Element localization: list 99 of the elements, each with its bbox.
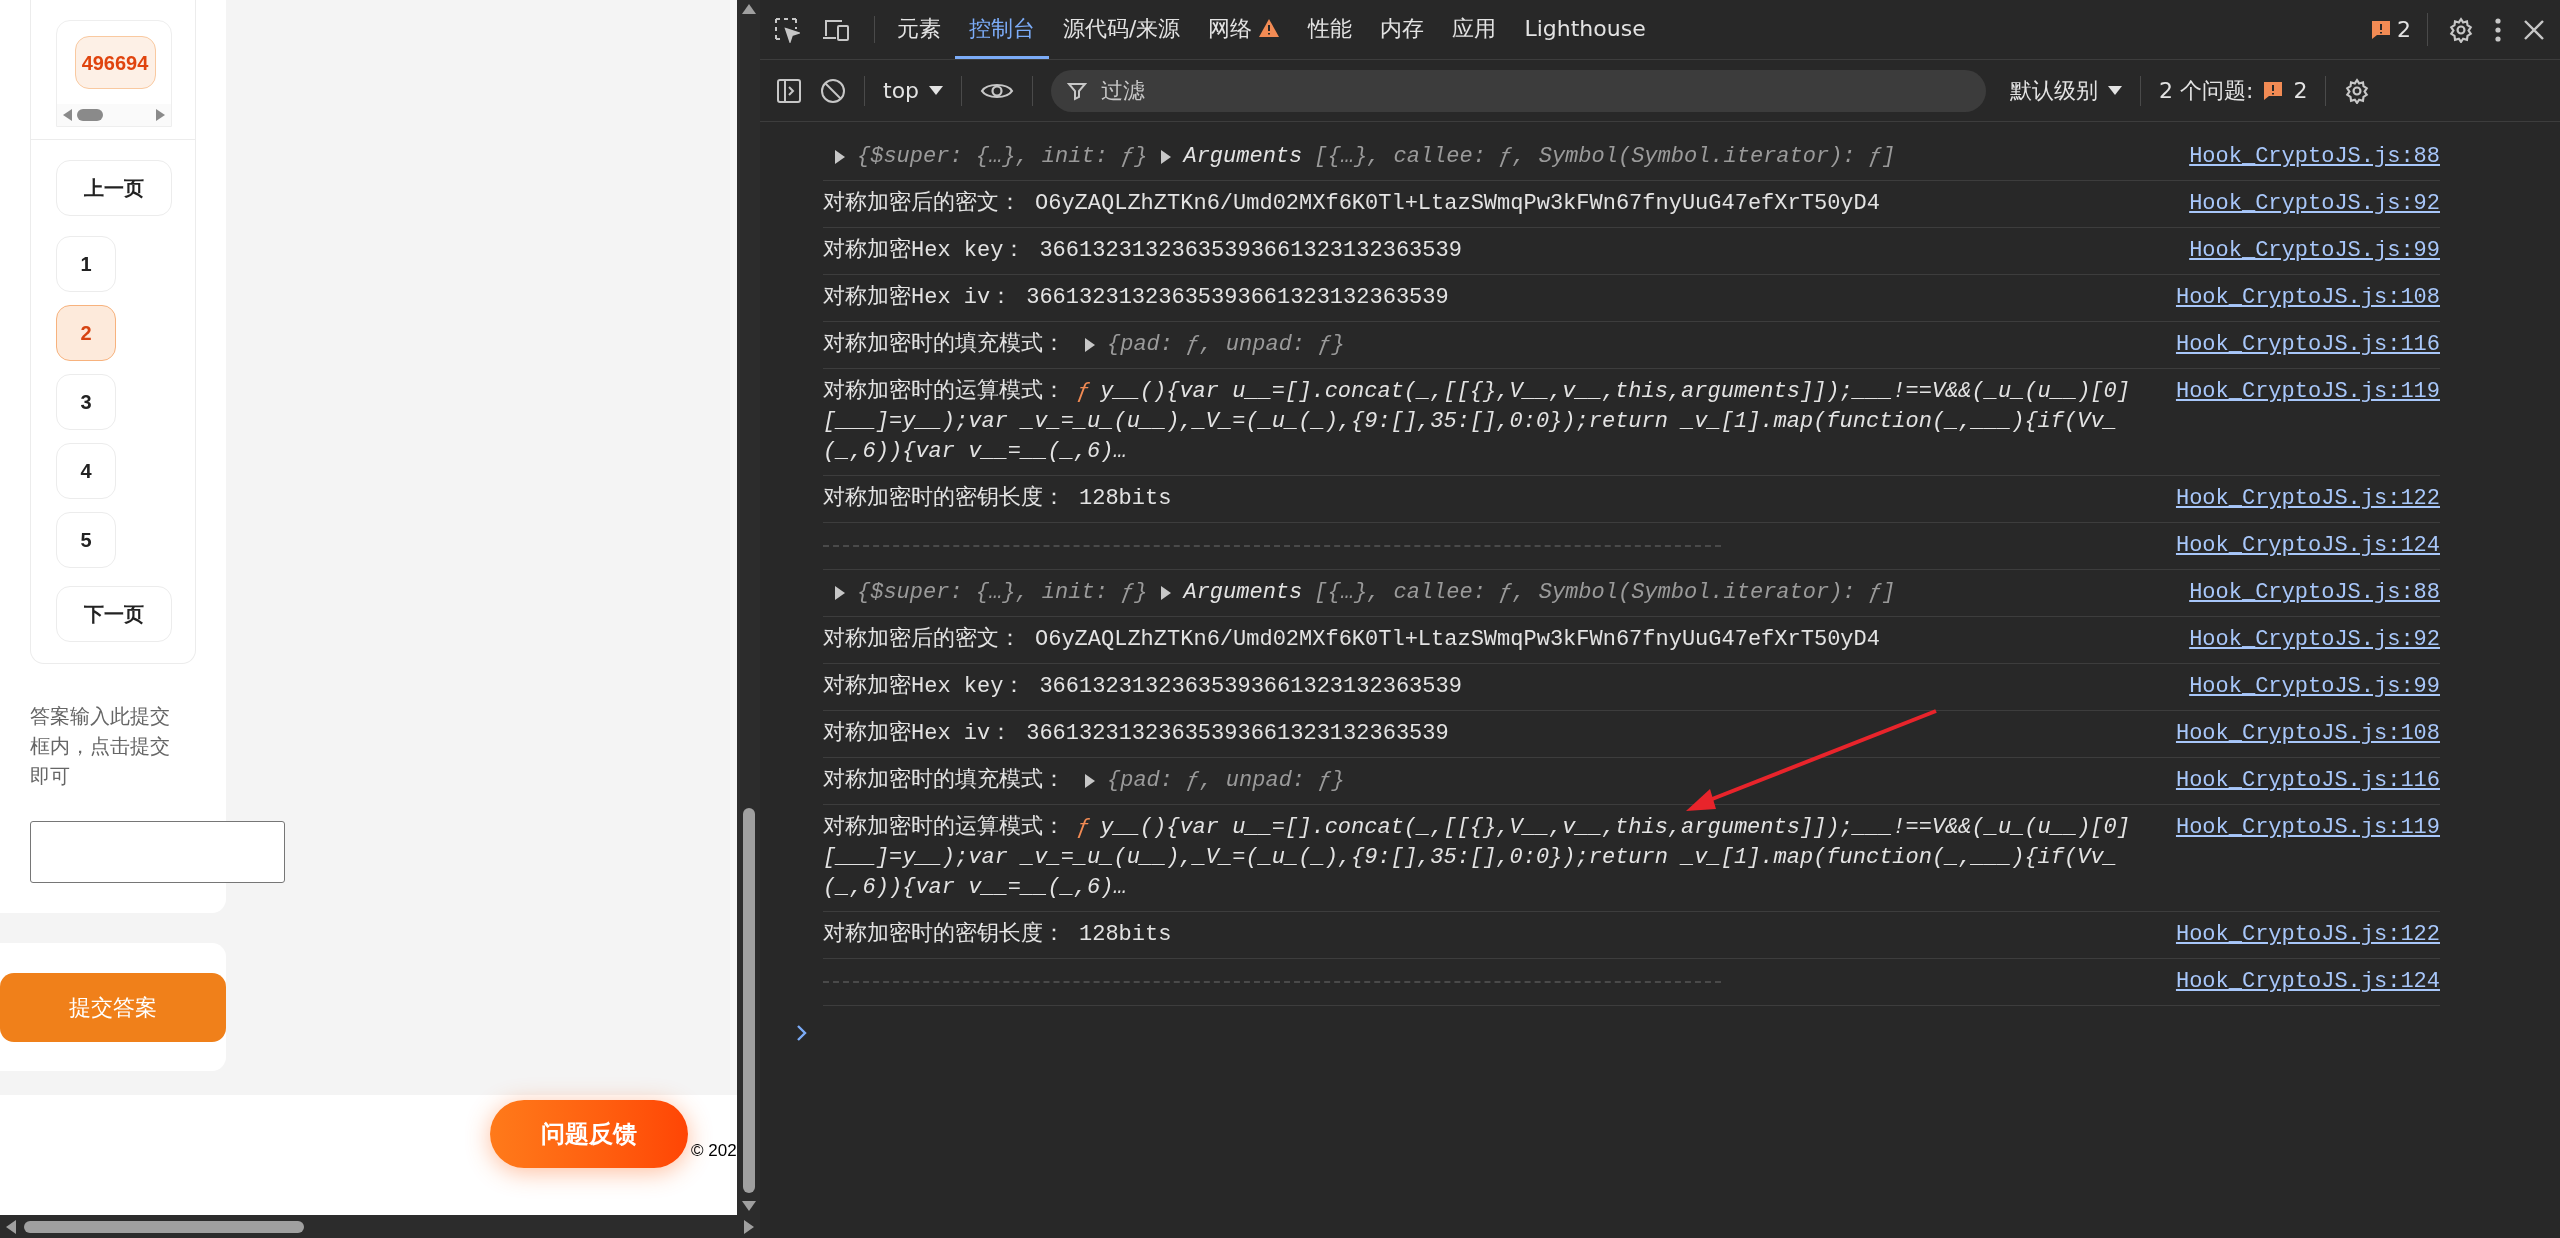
object-preview[interactable]: {$super: {…}, init: ƒ} — [835, 142, 1148, 172]
horizontal-scrollbar[interactable] — [57, 104, 171, 126]
up-arrow-icon[interactable] — [741, 4, 756, 14]
expand-triangle-icon[interactable] — [1085, 774, 1095, 788]
log-label: 对称加密Hex key： — [823, 236, 1026, 265]
source-link[interactable]: Hook_CryptoJS.js:108 — [2175, 719, 2440, 749]
log-message: 对称加密时的运算模式： ƒ y__(){var u__=[].concat(_,[[{},V__,v__,this,arguments]]);___!==V&&(_u_(u__)[0][___]=y__);var _v_=_u_(u__),_V_=(_u_(_),{9:[],35:[],0:0});return _v_[1].map(function(_,___){if(Vv_(_,6)){var v__=__(_,6)… — [823, 377, 2131, 466]
copyright-text: © 202 — [691, 1140, 737, 1162]
issues-badge[interactable]: 2 — [2371, 13, 2428, 46]
log-label: 对称加密Hex key： — [823, 672, 1026, 701]
source-link[interactable]: Hook_CryptoJS.js:122 — [2175, 484, 2440, 514]
answer-hint: 答案输入此提交框内，点击提交即可 — [30, 704, 171, 789]
expand-triangle-icon[interactable] — [835, 150, 845, 164]
source-link[interactable]: Hook_CryptoJS.js:119 — [2175, 813, 2440, 843]
settings-icon[interactable] — [2448, 16, 2474, 43]
scroll-thumb[interactable] — [77, 109, 103, 121]
page-button[interactable]: 3 — [56, 374, 116, 430]
devtools-tab[interactable]: 源代码/来源 — [1049, 0, 1195, 59]
devtools-tab[interactable]: 控制台 — [955, 0, 1049, 59]
log-value: 128bits — [1079, 921, 1172, 949]
settings-icon[interactable] — [2344, 77, 2371, 104]
devtools-tab[interactable]: 应用 — [1438, 0, 1511, 59]
object-preview[interactable]: Arguments [{…}, callee: ƒ, Symbol(Symbol.iterator): ƒ] — [1161, 578, 1896, 608]
expand-triangle-icon[interactable] — [1161, 586, 1172, 600]
log-value: 36613231323635393661323132363539 — [1039, 237, 1462, 265]
page-button[interactable]: 2 — [56, 305, 116, 361]
page-button[interactable]: 5 — [56, 512, 116, 568]
context-dropdown[interactable]: top — [883, 74, 944, 107]
filter-field[interactable]: 过滤 — [1051, 69, 1987, 112]
left-arrow-icon[interactable] — [6, 1219, 16, 1234]
source-link[interactable]: Hook_CryptoJS.js:88 — [2189, 578, 2440, 608]
source-link[interactable]: Hook_CryptoJS.js:124 — [2175, 967, 2440, 997]
right-arrow-icon[interactable] — [744, 1219, 754, 1234]
warning-icon — [1258, 18, 1281, 38]
log-label: 对称加密后的密文： — [823, 189, 1021, 218]
answer-input[interactable] — [30, 821, 285, 883]
prompt-chevron-icon[interactable] — [796, 1024, 808, 1042]
log-value: 128bits — [1079, 485, 1172, 513]
source-link[interactable]: Hook_CryptoJS.js:88 — [2189, 142, 2440, 172]
log-level-dropdown[interactable]: 默认级别 — [2010, 74, 2123, 107]
issue-icon — [2263, 80, 2284, 101]
down-arrow-icon[interactable] — [741, 1201, 756, 1211]
log-label: 对称加密时的填充模式： — [823, 766, 1065, 795]
issue-icon — [2371, 19, 2391, 40]
horizontal-scrollbar[interactable] — [0, 1215, 760, 1238]
vertical-scrollbar[interactable] — [737, 0, 760, 1215]
scroll-thumb[interactable] — [24, 1220, 304, 1233]
close-icon[interactable] — [2522, 17, 2546, 42]
object-preview[interactable]: {pad: ƒ, unpad: ƒ} — [1085, 330, 1345, 360]
object-preview[interactable]: {$super: {…}, init: ƒ} — [835, 578, 1148, 608]
log-value: 36613231323635393661323132363539 — [1026, 284, 1449, 312]
scroll-thumb[interactable] — [742, 808, 755, 1193]
expand-triangle-icon[interactable] — [1161, 150, 1172, 164]
source-link[interactable]: Hook_CryptoJS.js:116 — [2175, 330, 2440, 360]
log-label: 对称加密Hex iv： — [823, 283, 1013, 312]
page-button[interactable]: 4 — [56, 443, 116, 499]
log-label: 对称加密时的密钥长度： — [823, 484, 1065, 513]
expand-triangle-icon[interactable] — [835, 586, 845, 600]
log-value: 36613231323635393661323132363539 — [1026, 720, 1449, 748]
devtools-tab[interactable]: 内存 — [1366, 0, 1439, 59]
log-label: 对称加密后的密文： — [823, 625, 1021, 654]
issues-counter[interactable]: 2 个问题: 2 — [2159, 74, 2308, 107]
source-link[interactable]: Hook_CryptoJS.js:122 — [2175, 920, 2440, 950]
expand-triangle-icon[interactable] — [1085, 338, 1095, 352]
source-link[interactable]: Hook_CryptoJS.js:99 — [2189, 236, 2440, 266]
inspect-element-icon[interactable] — [774, 16, 800, 43]
log-label: 对称加密Hex iv： — [823, 719, 1013, 748]
filter-icon — [1067, 80, 1088, 101]
left-arrow-icon[interactable] — [63, 109, 73, 121]
object-preview[interactable]: Arguments [{…}, callee: ƒ, Symbol(Symbol.iterator): ƒ] — [1161, 142, 1896, 172]
source-link[interactable]: Hook_CryptoJS.js:108 — [2175, 283, 2440, 313]
sidebar-toggle-icon[interactable] — [776, 77, 802, 104]
previous-page-button[interactable]: 上一页 — [56, 160, 172, 216]
clear-console-icon[interactable] — [820, 77, 846, 104]
devtools-tab[interactable]: Lighthouse — [1510, 0, 1660, 59]
devtools-tab[interactable]: 性能 — [1294, 0, 1367, 59]
next-page-button[interactable]: 下一页 — [56, 586, 172, 642]
log-value: O6yZAQLZhZTKn6/Umd02MXf6K0Tl+LtazSWmqPw3kFWn67fnyUuG47efXrT50yD4 — [1035, 190, 1880, 218]
caret-icon — [929, 85, 944, 96]
caret-icon — [2108, 85, 2123, 96]
right-arrow-icon[interactable] — [155, 109, 165, 121]
more-options-icon[interactable] — [2494, 16, 2502, 43]
page-button[interactable]: 1 — [56, 236, 116, 292]
source-link[interactable]: Hook_CryptoJS.js:92 — [2189, 625, 2440, 655]
log-label: 对称加密时的密钥长度： — [823, 920, 1065, 949]
captcha-code: 496694 — [74, 36, 156, 89]
source-link[interactable]: Hook_CryptoJS.js:116 — [2175, 766, 2440, 796]
source-link[interactable]: Hook_CryptoJS.js:124 — [2175, 531, 2440, 561]
log-value: 36613231323635393661323132363539 — [1039, 673, 1462, 701]
log-message: 对称加密时的运算模式： ƒ y__(){var u__=[].concat(_,[[{},V__,v__,this,arguments]]);___!==V&&(_u_(u__)[0][___]=y__);var _v_=_u_(u__),_V_=(_u_(_),{9:[],35:[],0:0});return _v_[1].map(function(_,___){if(Vv_(_,6)){var v__=__(_,6)… — [823, 813, 2131, 902]
log-value: O6yZAQLZhZTKn6/Umd02MXf6K0Tl+LtazSWmqPw3kFWn67fnyUuG47efXrT50yD4 — [1035, 626, 1880, 654]
devtools-tab[interactable]: 元素 — [883, 0, 955, 59]
source-link[interactable]: Hook_CryptoJS.js:99 — [2189, 672, 2440, 702]
device-toolbar-icon[interactable] — [822, 17, 850, 42]
source-link[interactable]: Hook_CryptoJS.js:119 — [2175, 377, 2440, 407]
log-label: 对称加密时的填充模式： — [823, 330, 1065, 359]
object-preview[interactable]: {pad: ƒ, unpad: ƒ} — [1085, 766, 1345, 796]
source-link[interactable]: Hook_CryptoJS.js:92 — [2189, 189, 2440, 219]
devtools-tab[interactable]: 网络 — [1194, 0, 1295, 59]
